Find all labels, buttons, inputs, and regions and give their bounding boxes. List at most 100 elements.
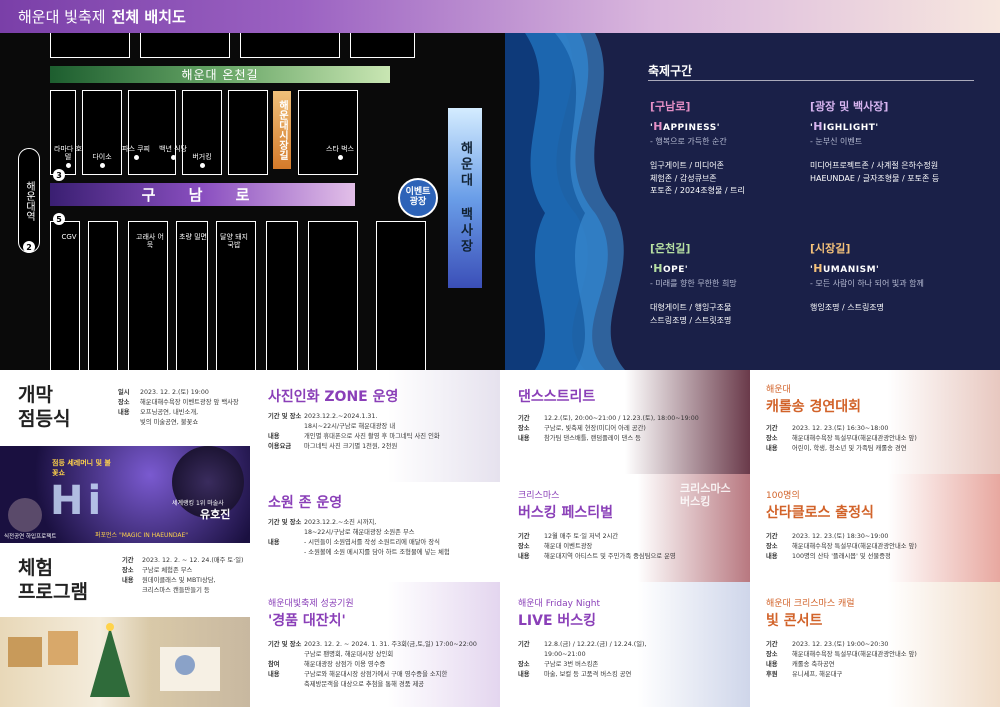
carol-subtitle: 해운대 [766,385,791,395]
photo-caption: 퍼포먼스 "MAGIC IN HAEUNDAE" [95,532,189,539]
zone-name: [시장길] [810,242,851,255]
zone-desc: 입구게이트 / 미디어존 [650,161,725,171]
craft-illustration [8,623,220,697]
zone-sub: - 행복으로 가득한 순간 [650,136,727,146]
experience-info: 기간 2023. 12. 2. ~ 12. 24.(매주 토·일) 장소 구남로 체… [122,557,244,595]
opening-title: 개막 점등식 [18,384,71,430]
wish-zone-panel: 소원 존 운영 기간 및 장소 2023.12.2.~소진 시까지, 18~22시… [250,482,500,582]
poi-dalyang: 달양 돼지국밥 [220,233,248,250]
zone-en: 'HUMANISM' [810,262,880,276]
map-block [266,221,298,370]
zone-en: 'HIGHLIGHT' [810,120,879,134]
exit-5-icon: 5 [53,213,65,225]
santa-subtitle: 100명의 [766,491,800,501]
road-sijang: 해운대시장길 [273,91,291,169]
photo-zone-panel: 사진인화 ZONE 운영 기간 및 장소 2023.12.2.~2024.1.31… [250,370,500,482]
dance-panel: 댄스스트리트 기간 12.2.(토), 20:00~21:00 / 12.23.(… [500,370,750,474]
live-busking-panel: 해운대 Friday Night LIVE 버스킹 기간 12.8.(금) / 1… [500,582,750,707]
zone-name: [광장 및 백사장] [810,100,889,113]
zone-en: 'HAPPINESS' [650,120,720,134]
zone-sijang: [시장길] 'HUMANISM' - 모든 사람이 하나 되어 빛과 함께 행잉… [810,240,985,315]
zone-name: [온천길] [650,242,691,255]
map-block [308,221,358,370]
zone-title: 축제구간 [648,64,693,78]
poi-starbucks: 스타 벅스 [324,145,356,161]
hi-logo: Hi [50,478,106,524]
map-block [240,33,340,58]
poi-gorae: 고래사 어묵 [136,233,164,250]
map-block [88,221,118,370]
poi-paris: 파스 쿠찌 [120,145,152,161]
photo-caption: 식전공연 하입프로젝트 [4,534,57,540]
exit-3-icon: 3 [53,169,65,181]
lottery-panel: 해운대빛축제 성공기원 '경품 대잔치' 기간 및 장소 2023. 12. 2.… [250,582,500,707]
zone-desc: 스트링조명 / 스트릿조명 [650,315,732,325]
festival-map: 해운대 온천길 해운대시장길 구 남 로 해운대 백사장 이벤트 광장 해운대역… [0,33,540,370]
header-title-bold: 전체 배치도 [111,8,186,26]
carol-title: 캐롤송 경연대회 [766,399,862,415]
zone-en: 'HOPE' [650,262,689,276]
live-subtitle: 해운대 Friday Night [518,599,601,609]
zone-name: [구남로] [650,100,691,113]
santa-info: 기간 2023. 12. 23.(토) 18:30~19:00 장소 해운대해수욕장… [766,533,917,561]
road-beach-square: 해운대 백사장 [448,108,482,288]
zone-sub: - 미래를 향한 무한한 희망 [650,278,737,288]
map-block [50,221,80,370]
wave-decoration [505,33,625,370]
carol-panel: 해운대 캐롤송 경연대회 기간 2023. 12. 23.(토) 16:30~18… [750,370,1000,474]
map-block [350,33,415,58]
santa-panel: 100명의 산타클로스 출정식 기간 2023. 12. 23.(토) 18:30… [750,474,1000,582]
map-block [376,221,426,370]
zone-sub: - 눈부신 이벤트 [810,136,863,146]
concert-info: 기간 2023. 12. 23.(토) 19:00~20:30 장소 해운대해수욕장… [766,641,917,679]
experience-title: 체험 프로그램 [18,557,88,603]
road-guname: 구 남 로 [50,183,355,206]
santa-title: 산타클로스 출정식 [766,505,874,521]
experience-photo [0,617,250,707]
busking-panel: 크리스마스 버스킹 페스티벌 크리스마스 버스킹 기간 12월 매주 토·일 저녁… [500,474,750,582]
wish-zone-title: 소원 존 운영 [268,495,343,511]
event-square-marker: 이벤트 광장 [398,178,438,218]
concert-title: 빛 콘서트 [766,613,823,629]
page-header: 해운대 빛축제 전체 배치도 [0,0,1000,33]
poi-baeknyeon: 백년 식당 [157,145,189,161]
live-info: 기간 12.8.(금) / 12.22.(금) / 12.24.(일), 19:0… [518,641,647,679]
map-block [140,33,230,58]
zone-desc: 행잉조명 / 스트링조명 [810,303,885,313]
zone-guname: [구남로] 'HAPPINESS' - 행복으로 가득한 순간 입구게이트 / … [650,98,800,198]
poi-chopyeong: 초량 밀면 [179,233,207,241]
map-block [176,221,208,370]
wish-zone-info: 기간 및 장소 2023.12.2.~소진 시까지, 18~22시/구남로 해운대… [268,519,450,557]
magician-name: 유호진 [200,508,231,521]
busking-image-text: 크리스마스 버스킹 [680,482,731,509]
opening-photo: 점등 세레머니 및 불꽃쇼 Hi 세계랭킹 1위 마술사 유호진 퍼포먼스 "M… [0,446,250,543]
photo-zone-title: 사진인화 ZONE 운영 [268,389,399,405]
concert-panel: 해운대 크리스마스 캐럴 빛 콘서트 기간 2023. 12. 23.(토) 19… [750,582,1000,707]
zone-desc: 대형게이트 / 행잉구조물 [650,303,732,313]
photo-caption: 점등 세레머니 및 불꽃쇼 [52,459,111,477]
map-block [50,33,130,58]
lottery-info: 기간 및 장소 2023. 12. 2. ~ 2024. 1. 31. 주3회(금… [268,641,477,689]
photo-zone-info: 기간 및 장소 2023.12.2.~2024.1.31. 18시~22시/구남로… [268,413,440,451]
live-title: LIVE 버스킹 [518,613,597,629]
exit-2-icon: 2 [23,241,35,253]
dance-info: 기간 12.2.(토), 20:00~21:00 / 12.23.(토), 18:… [518,415,699,443]
busking-title: 버스킹 페스티벌 [518,505,614,521]
zone-oncheon: [온천길] 'HOPE' - 미래를 향한 무한한 희망 대형게이트 / 행잉구… [650,240,800,327]
carol-info: 기간 2023. 12. 23.(토) 16:30~18:00 장소 해운대해수욕장… [766,425,917,453]
zone-square: [광장 및 백사장] 'HIGHLIGHT' - 눈부신 이벤트 미디어프로젝트… [810,98,985,185]
zone-desc: 체험존 / 감성큐브존 [650,173,717,183]
poi-cgv: CGV [61,233,77,241]
zone-desc: 포토존 / 2024조형물 / 트리 [650,186,745,196]
zone-desc: HAEUNDAE / 글자조형물 / 포토존 등 [810,173,940,183]
poi-burger: 버거킹 [186,153,218,169]
lottery-title: '경품 대잔치' [268,613,346,629]
poi-lamada: 라마다 호텔 [52,145,84,169]
station-label: 해운대역 [18,148,40,253]
map-block [128,90,176,175]
header-title: 해운대 빛축제 [18,8,106,26]
concert-subtitle: 해운대 크리스마스 캐럴 [766,599,855,609]
opening-info: 일시 2023. 12. 2.(토) 19:00 장소 해운대해수욕장 이벤트광장 … [118,389,239,427]
busking-info: 기간 12월 매주 토·일 저녁 2시간 장소 해운대 이벤트광장 내용 해운대지역 … [518,533,676,561]
map-block [298,90,358,175]
